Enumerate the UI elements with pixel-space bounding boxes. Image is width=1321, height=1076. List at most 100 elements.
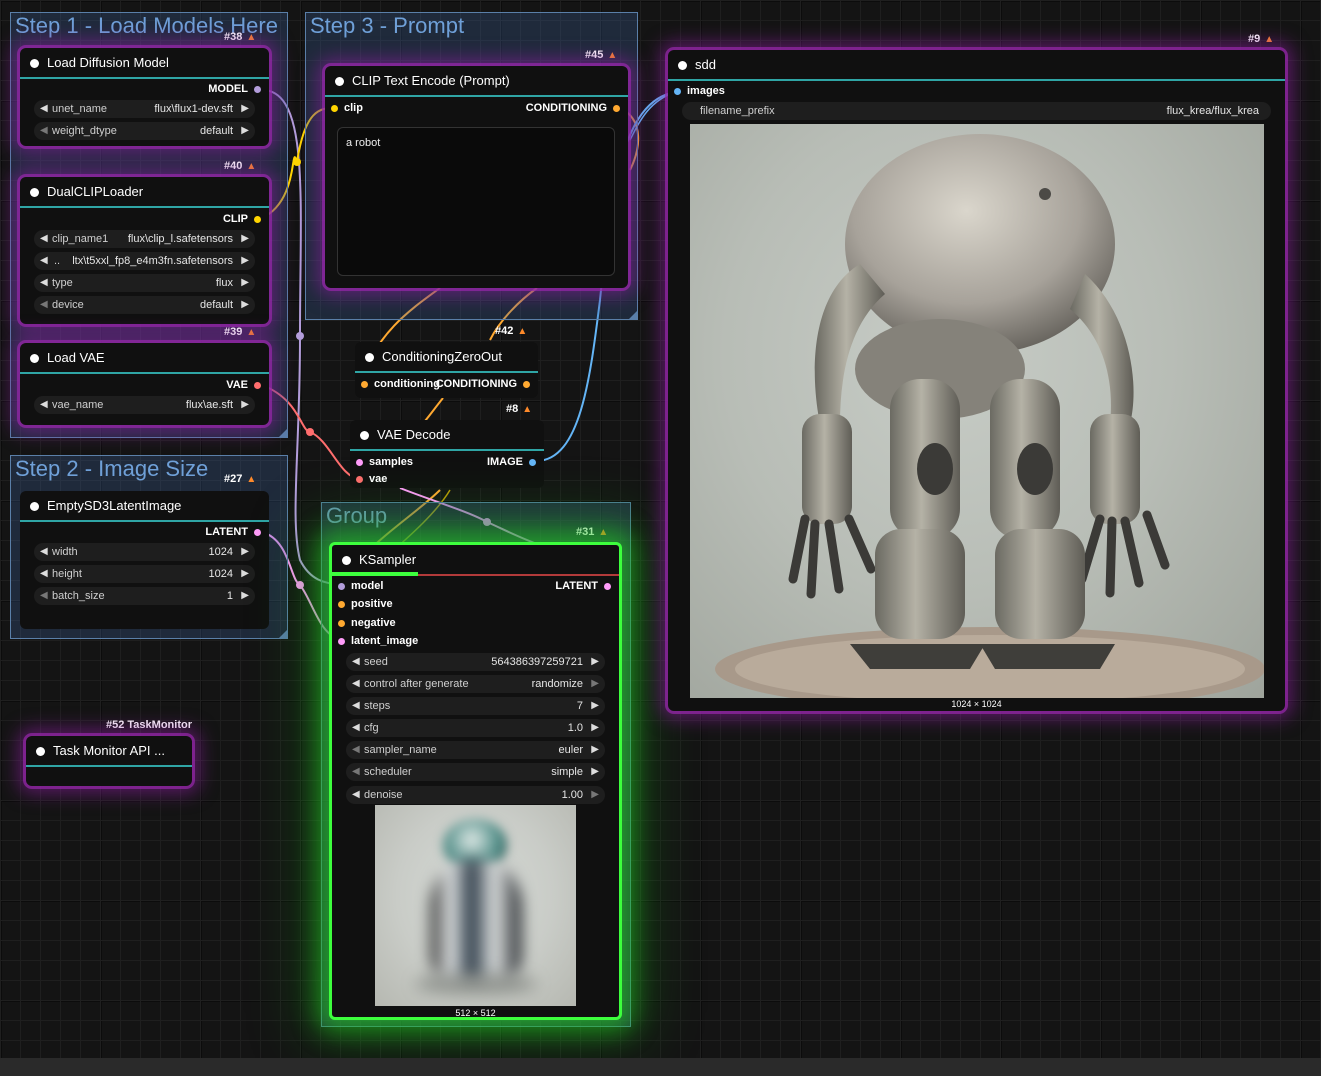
output-slot-latent[interactable]: LATENT — [205, 526, 261, 538]
node-header[interactable]: Load Diffusion Model — [20, 48, 269, 79]
widget-filename-prefix[interactable]: filename_prefix flux_krea/flux_krea — [682, 102, 1271, 120]
input-slot-clip[interactable]: clip — [331, 102, 363, 114]
widget-clip-name1[interactable]: ◀ clip_name1 flux\clip_l.safetensors ▶ — [34, 230, 255, 248]
output-slot-model[interactable]: MODEL — [208, 83, 261, 95]
node-dual-clip-loader[interactable]: DualCLIPLoader CLIP ◀ clip_name1 flux\cl… — [20, 177, 269, 324]
arrow-left-icon[interactable]: ◀ — [40, 125, 48, 136]
output-slot-conditioning[interactable]: CONDITIONING — [436, 378, 530, 390]
node-header[interactable]: DualCLIPLoader — [20, 177, 269, 208]
widget-unet-name[interactable]: ◀ unet_name flux\flux1-dev.sft ▶ — [34, 100, 255, 118]
arrow-right-icon[interactable]: ▶ — [241, 299, 249, 310]
widget-sampler-name[interactable]: ◀ sampler_name euler ▶ — [346, 741, 605, 759]
widget-control-after-generate[interactable]: ◀ control after generate randomize ▶ — [346, 675, 605, 693]
widget-height[interactable]: ◀ height 1024 ▶ — [34, 565, 255, 583]
collapse-dot-icon[interactable] — [30, 502, 39, 511]
resize-handle[interactable] — [279, 429, 287, 437]
arrow-right-icon[interactable]: ▶ — [591, 744, 599, 755]
arrow-right-icon[interactable]: ▶ — [591, 656, 599, 667]
widget-device[interactable]: ◀ device default ▶ — [34, 296, 255, 314]
arrow-left-icon[interactable]: ◀ — [352, 722, 360, 733]
arrow-left-icon[interactable]: ◀ — [352, 700, 360, 711]
input-slot-images[interactable]: images — [674, 85, 725, 97]
arrow-right-icon[interactable]: ▶ — [241, 568, 249, 579]
arrow-right-icon[interactable]: ▶ — [241, 546, 249, 557]
widget-seed[interactable]: ◀ seed 564386397259721 ▶ — [346, 653, 605, 671]
input-slot-vae[interactable]: vae — [356, 473, 387, 485]
node-save-image[interactable]: sdd images filename_prefix flux_krea/flu… — [668, 50, 1285, 711]
input-slot-model[interactable]: model — [338, 580, 383, 592]
collapse-dot-icon[interactable] — [30, 188, 39, 197]
arrow-left-icon[interactable]: ◀ — [352, 678, 360, 689]
arrow-left-icon[interactable]: ◀ — [352, 656, 360, 667]
collapse-dot-icon[interactable] — [30, 354, 39, 363]
node-load-diffusion-model[interactable]: Load Diffusion Model MODEL ◀ unet_name f… — [20, 48, 269, 146]
arrow-right-icon[interactable]: ▶ — [241, 125, 249, 136]
input-slot-positive[interactable]: positive — [338, 598, 393, 610]
arrow-right-icon[interactable]: ▶ — [591, 766, 599, 777]
widget-vae-name[interactable]: ◀ vae_name flux\ae.sft ▶ — [34, 396, 255, 414]
output-slot-clip[interactable]: CLIP — [223, 213, 261, 225]
resize-handle[interactable] — [629, 311, 637, 319]
node-header[interactable]: Task Monitor API ... — [26, 736, 192, 767]
output-slot-image[interactable]: IMAGE — [487, 456, 536, 468]
arrow-left-icon[interactable]: ◀ — [352, 744, 360, 755]
arrow-right-icon[interactable]: ▶ — [241, 233, 249, 244]
node-header[interactable]: EmptySD3LatentImage — [20, 491, 269, 522]
node-header[interactable]: sdd — [668, 50, 1285, 81]
node-header[interactable]: CLIP Text Encode (Prompt) — [325, 66, 628, 97]
collapse-dot-icon[interactable] — [30, 59, 39, 68]
arrow-right-icon[interactable]: ▶ — [591, 678, 599, 689]
node-header[interactable]: ConditioningZeroOut — [355, 342, 538, 373]
arrow-left-icon[interactable]: ◀ — [40, 255, 48, 266]
arrow-right-icon[interactable]: ▶ — [591, 789, 599, 800]
widget-cfg[interactable]: ◀ cfg 1.0 ▶ — [346, 719, 605, 737]
arrow-left-icon[interactable]: ◀ — [352, 789, 360, 800]
arrow-left-icon[interactable]: ◀ — [352, 766, 360, 777]
arrow-right-icon[interactable]: ▶ — [241, 399, 249, 410]
node-conditioning-zero-out[interactable]: ConditioningZeroOut conditioning CONDITI… — [355, 342, 538, 398]
arrow-left-icon[interactable]: ◀ — [40, 277, 48, 288]
node-load-vae[interactable]: Load VAE VAE ◀ vae_name flux\ae.sft ▶ — [20, 343, 269, 425]
widget-scheduler[interactable]: ◀ scheduler simple ▶ — [346, 763, 605, 781]
arrow-right-icon[interactable]: ▶ — [241, 103, 249, 114]
node-empty-sd3-latent-image[interactable]: EmptySD3LatentImage LATENT ◀ width 1024 … — [20, 491, 269, 629]
node-header[interactable]: Load VAE — [20, 343, 269, 374]
node-header[interactable]: VAE Decode — [350, 420, 544, 451]
resize-handle[interactable] — [279, 630, 287, 638]
input-slot-conditioning[interactable]: conditioning — [361, 378, 440, 390]
arrow-left-icon[interactable]: ◀ — [40, 233, 48, 244]
collapse-dot-icon[interactable] — [365, 353, 374, 362]
widget-type[interactable]: ◀ type flux ▶ — [34, 274, 255, 292]
arrow-left-icon[interactable]: ◀ — [40, 299, 48, 310]
arrow-left-icon[interactable]: ◀ — [40, 568, 48, 579]
collapse-dot-icon[interactable] — [342, 556, 351, 565]
output-slot-latent[interactable]: LATENT — [555, 580, 611, 592]
collapse-dot-icon[interactable] — [678, 61, 687, 70]
node-vae-decode[interactable]: VAE Decode samples vae IMAGE — [350, 420, 544, 488]
arrow-left-icon[interactable]: ◀ — [40, 546, 48, 557]
widget-weight-dtype[interactable]: ◀ weight_dtype default ▶ — [34, 122, 255, 140]
arrow-left-icon[interactable]: ◀ — [40, 590, 48, 601]
collapse-dot-icon[interactable] — [335, 77, 344, 86]
prompt-textarea[interactable]: a robot — [337, 127, 615, 276]
widget-batch-size[interactable]: ◀ batch_size 1 ▶ — [34, 587, 255, 605]
widget-denoise[interactable]: ◀ denoise 1.00 ▶ — [346, 786, 605, 804]
input-slot-latent-image[interactable]: latent_image — [338, 635, 418, 647]
arrow-right-icon[interactable]: ▶ — [591, 722, 599, 733]
collapse-dot-icon[interactable] — [36, 747, 45, 756]
output-slot-vae[interactable]: VAE — [226, 379, 261, 391]
input-slot-negative[interactable]: negative — [338, 617, 396, 629]
widget-width[interactable]: ◀ width 1024 ▶ — [34, 543, 255, 561]
arrow-right-icon[interactable]: ▶ — [241, 255, 249, 266]
output-slot-conditioning[interactable]: CONDITIONING — [526, 102, 620, 114]
node-clip-text-encode[interactable]: CLIP Text Encode (Prompt) clip CONDITION… — [325, 66, 628, 288]
arrow-right-icon[interactable]: ▶ — [241, 590, 249, 601]
node-ksampler[interactable]: KSampler model positive negative latent_… — [329, 542, 622, 1020]
widget-steps[interactable]: ◀ steps 7 ▶ — [346, 697, 605, 715]
collapse-dot-icon[interactable] — [360, 431, 369, 440]
node-task-monitor[interactable]: Task Monitor API ... — [26, 736, 192, 786]
arrow-right-icon[interactable]: ▶ — [591, 700, 599, 711]
arrow-right-icon[interactable]: ▶ — [241, 277, 249, 288]
arrow-left-icon[interactable]: ◀ — [40, 103, 48, 114]
arrow-left-icon[interactable]: ◀ — [40, 399, 48, 410]
